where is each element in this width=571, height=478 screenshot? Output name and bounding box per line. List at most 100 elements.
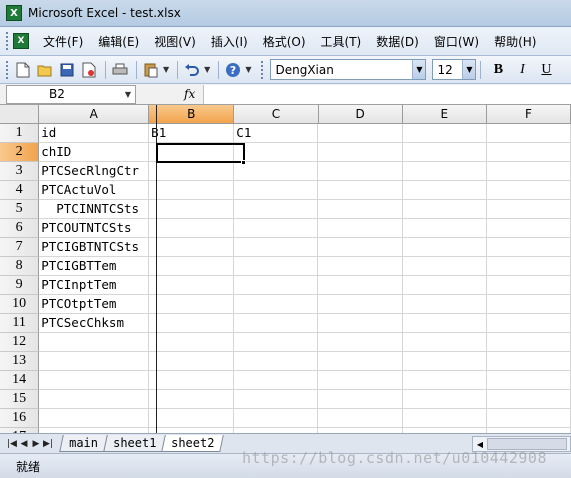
cell-b11[interactable] — [149, 314, 235, 333]
cell-e7[interactable] — [402, 238, 487, 257]
cell-f4[interactable] — [486, 181, 571, 200]
cell-d16[interactable] — [318, 409, 403, 428]
open-icon[interactable] — [35, 60, 54, 79]
cell-a13[interactable] — [39, 352, 150, 371]
cell-e4[interactable] — [402, 181, 487, 200]
menu-data[interactable]: 数据(D) — [370, 33, 425, 50]
new-icon[interactable] — [13, 60, 32, 79]
menu-grip[interactable] — [5, 31, 9, 51]
cell-e13[interactable] — [402, 352, 487, 371]
cell-d14[interactable] — [318, 371, 403, 390]
cell-c6[interactable] — [234, 219, 319, 238]
row-header[interactable]: 10 — [0, 295, 40, 314]
cell-c5[interactable] — [234, 200, 319, 219]
row-header[interactable]: 7 — [0, 238, 40, 257]
cell-e8[interactable] — [402, 257, 487, 276]
chevron-down-icon[interactable]: ▼ — [412, 60, 426, 79]
cell-b12[interactable] — [149, 333, 235, 352]
cell-e3[interactable] — [402, 162, 487, 181]
cell-d5[interactable] — [318, 200, 403, 219]
cell-b3[interactable] — [149, 162, 235, 181]
cell-e14[interactable] — [402, 371, 487, 390]
row-header[interactable]: 14 — [0, 371, 40, 390]
select-all-corner[interactable] — [0, 105, 40, 124]
cell-d9[interactable] — [318, 276, 403, 295]
column-header-b[interactable]: B — [149, 105, 235, 124]
cell-b7[interactable] — [149, 238, 235, 257]
cell-e15[interactable] — [402, 390, 487, 409]
cell-e2[interactable] — [402, 143, 487, 162]
insert-function-icon[interactable]: fx — [184, 87, 195, 101]
chevron-down-icon[interactable]: ▼ — [462, 60, 476, 79]
underline-button[interactable]: U — [535, 59, 557, 80]
sheet-tab-main[interactable]: main — [59, 435, 108, 452]
cell-c8[interactable] — [234, 257, 319, 276]
row-header[interactable]: 9 — [0, 276, 40, 295]
cell-a10[interactable]: PTCOtptTem — [39, 295, 150, 314]
cell-e5[interactable] — [402, 200, 487, 219]
first-sheet-icon[interactable]: |◀ — [6, 439, 18, 449]
next-sheet-icon[interactable]: ▶ — [30, 439, 42, 449]
cell-b15[interactable] — [149, 390, 235, 409]
toolbar-grip[interactable] — [5, 59, 9, 80]
cell-a14[interactable] — [39, 371, 150, 390]
cell-b1[interactable]: B1 — [149, 124, 235, 143]
cell-d4[interactable] — [318, 181, 403, 200]
cell-f5[interactable] — [486, 200, 571, 219]
cell-c3[interactable] — [234, 162, 319, 181]
cell-a1[interactable]: id — [39, 124, 150, 143]
row-header[interactable]: 2 — [0, 143, 40, 162]
row-header[interactable]: 4 — [0, 181, 40, 200]
cell-e1[interactable] — [402, 124, 487, 143]
last-sheet-icon[interactable]: ▶| — [42, 439, 54, 449]
cell-e11[interactable] — [402, 314, 487, 333]
cell-d12[interactable] — [318, 333, 403, 352]
cell-c7[interactable] — [234, 238, 319, 257]
cell-e16[interactable] — [402, 409, 487, 428]
cell-f6[interactable] — [486, 219, 571, 238]
cell-b5[interactable] — [149, 200, 235, 219]
cell-b6[interactable] — [149, 219, 235, 238]
row-header[interactable]: 16 — [0, 409, 40, 428]
cell-b9[interactable] — [149, 276, 235, 295]
cell-f15[interactable] — [486, 390, 571, 409]
cell-b4[interactable] — [149, 181, 235, 200]
print-icon[interactable] — [110, 60, 129, 79]
row-header[interactable]: 15 — [0, 390, 40, 409]
column-header-c[interactable]: C — [234, 105, 319, 124]
cell-e12[interactable] — [402, 333, 487, 352]
help-dropdown-icon[interactable]: ▼ — [245, 65, 251, 74]
cell-d10[interactable] — [318, 295, 403, 314]
column-header-f[interactable]: F — [486, 105, 571, 124]
menu-tools[interactable]: 工具(T) — [315, 33, 368, 50]
cell-a8[interactable]: PTCIGBTTem — [39, 257, 150, 276]
cell-a15[interactable] — [39, 390, 150, 409]
cell-c13[interactable] — [234, 352, 319, 371]
cell-b2[interactable] — [149, 143, 235, 162]
cell-f10[interactable] — [486, 295, 571, 314]
cell-a2[interactable]: chID — [39, 143, 150, 162]
paste-dropdown-icon[interactable]: ▼ — [163, 65, 169, 74]
cell-c14[interactable] — [234, 371, 319, 390]
italic-button[interactable]: I — [511, 59, 533, 80]
row-header[interactable]: 13 — [0, 352, 40, 371]
menu-window[interactable]: 窗口(W) — [428, 33, 485, 50]
cell-e6[interactable] — [402, 219, 487, 238]
cell-d8[interactable] — [318, 257, 403, 276]
cell-c2[interactable] — [234, 143, 319, 162]
cell-c16[interactable] — [234, 409, 319, 428]
chevron-down-icon[interactable]: ▼ — [125, 90, 131, 99]
cell-f9[interactable] — [486, 276, 571, 295]
cell-d7[interactable] — [318, 238, 403, 257]
cell-c11[interactable] — [234, 314, 319, 333]
cell-a7[interactable]: PTCIGBTNTCSts — [39, 238, 150, 257]
cell-a11[interactable]: PTCSecChksm — [39, 314, 150, 333]
cell-f8[interactable] — [486, 257, 571, 276]
cell-c9[interactable] — [234, 276, 319, 295]
fill-handle[interactable] — [241, 160, 246, 165]
cell-a3[interactable]: PTCSecRlngCtr — [39, 162, 150, 181]
font-name-select[interactable]: DengXian ▼ — [270, 59, 427, 80]
sheet-tab-sheet1[interactable]: sheet1 — [103, 435, 167, 452]
cell-b16[interactable] — [149, 409, 235, 428]
cell-f3[interactable] — [486, 162, 571, 181]
